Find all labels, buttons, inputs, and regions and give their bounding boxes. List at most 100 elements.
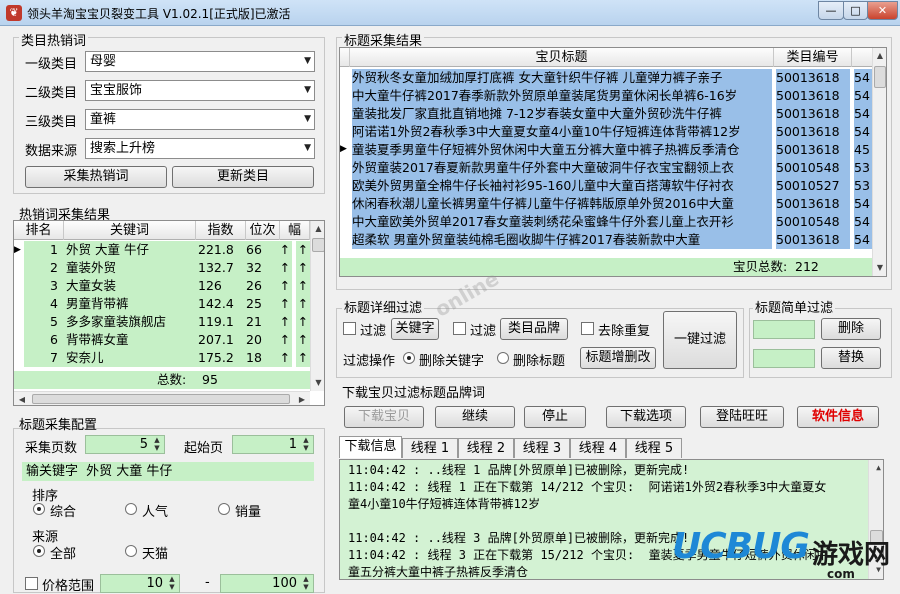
- collect-hotwords-button[interactable]: 采集热销词: [25, 166, 167, 188]
- result-row[interactable]: 欧美外贸男童全棉牛仔长袖衬衫95-160儿童中大童百搭薄软牛仔衬衣 5001052…: [340, 176, 872, 195]
- hotword-row[interactable]: 7 安奈儿 175.2 18 ↑ ↑: [14, 349, 310, 367]
- level1-select[interactable]: 母婴 ▼: [85, 51, 315, 72]
- col-title[interactable]: 宝贝标题: [350, 48, 774, 67]
- tab-thread-3[interactable]: 线程 3: [514, 438, 570, 458]
- result-row[interactable]: 外贸秋冬女童加绒加厚打底裤 女大童针织牛仔裤 儿童弹力裤子亲子 50013618 5…: [340, 68, 872, 87]
- hotword-row[interactable]: ▶ 1 外贸 大童 牛仔 221.8 66 ↑ ↑: [14, 241, 310, 259]
- scroll-down-icon[interactable]: ▼: [311, 375, 324, 391]
- result-row[interactable]: 外贸童装2017春夏新款男童牛仔外套中大童破洞牛仔衣宝宝翻领上衣 50010548…: [340, 158, 872, 177]
- op-deltitle-radio[interactable]: [497, 352, 509, 364]
- price-checkbox[interactable]: [25, 577, 38, 590]
- filter-keyword-checkbox[interactable]: [343, 322, 356, 335]
- col-index[interactable]: 指数: [196, 221, 246, 240]
- col-extra[interactable]: [852, 48, 872, 67]
- delete-button[interactable]: 删除: [821, 318, 881, 340]
- result-row[interactable]: 休闲春秋潮儿童长裤男童牛仔裤儿童牛仔裤韩版原单外贸2016中大童 50013618…: [340, 194, 872, 213]
- col-range[interactable]: 幅: [280, 221, 310, 240]
- result-extra-cell: 53: [854, 159, 872, 177]
- pages-spinner[interactable]: 5 ▲ ▼: [85, 435, 165, 454]
- tab-thread-2[interactable]: 线程 2: [458, 438, 514, 458]
- scroll-down-icon[interactable]: ▼: [869, 562, 883, 578]
- sort-radio-2[interactable]: [218, 503, 230, 515]
- tab-download-info[interactable]: 下载信息: [339, 436, 402, 458]
- hotwords-grid[interactable]: 排名 关键词 指数 位次 幅 ▶ 1 外贸 大童 牛仔 221.8 66 ↑ ↑ 2 童装外贸 1…: [13, 220, 325, 406]
- col-keyword[interactable]: 关键词: [64, 221, 196, 240]
- close-button[interactable]: ✕: [867, 1, 898, 20]
- hotword-row[interactable]: 4 男童背带裤 142.4 25 ↑ ↑: [14, 295, 310, 313]
- result-row[interactable]: ▶ 童装夏季男童牛仔短裤外贸休闲中大童五分裤大童中裤子热裤反季清仓 50013618…: [340, 140, 872, 159]
- spin-arrows-icon[interactable]: ▲ ▼: [300, 436, 312, 452]
- hotword-row[interactable]: 3 大童女装 126 26 ↑ ↑: [14, 277, 310, 295]
- result-row[interactable]: 阿诺诺1外贸2春秋季3中大童夏女童4小童10牛仔短裤连体背带裤12岁 500136…: [340, 122, 872, 141]
- start-page-spinner[interactable]: 1 ▲ ▼: [232, 435, 314, 454]
- result-row[interactable]: 中大童欧美外贸单2017春女童装刺绣花朵蜜蜂牛仔外套儿童上衣开衫 50010548…: [340, 212, 872, 231]
- hotword-rank-cell: 7: [24, 349, 64, 367]
- scroll-right-icon[interactable]: ▶: [294, 392, 310, 405]
- stop-button[interactable]: 停止: [524, 406, 586, 428]
- price-min-spinner[interactable]: 10 ▲ ▼: [100, 574, 180, 593]
- hotwords-hscroll[interactable]: ◀ ▶: [14, 391, 310, 405]
- hotword-row[interactable]: 6 背带裤女童 207.1 20 ↑ ↑: [14, 331, 310, 349]
- op-delkw-radio[interactable]: [403, 352, 415, 364]
- simple-replace-input[interactable]: [753, 349, 815, 368]
- level2-select[interactable]: 宝宝服饰 ▼: [85, 80, 315, 101]
- software-info-button[interactable]: 软件信息: [797, 406, 879, 428]
- keyword-field[interactable]: 输关键字 外贸 大童 牛仔: [22, 462, 314, 481]
- col-rank[interactable]: 排名: [14, 221, 64, 240]
- level3-select[interactable]: 童裤 ▼: [85, 109, 315, 130]
- scroll-up-icon[interactable]: ▲: [869, 460, 883, 476]
- hotword-trend2-cell: ↑: [296, 277, 310, 295]
- scroll-down-icon[interactable]: ▼: [873, 260, 886, 276]
- replace-button[interactable]: 替换: [821, 347, 881, 369]
- scroll-up-icon[interactable]: ▲: [311, 221, 324, 237]
- keyword-button[interactable]: 关键字: [391, 318, 439, 340]
- result-row[interactable]: 童装批发厂家直批直销地摊 7-12岁春装女童中大童外贸砂洗牛仔裤 50013618…: [340, 104, 872, 123]
- minimize-button[interactable]: —: [818, 1, 844, 20]
- scroll-up-icon[interactable]: ▲: [873, 48, 886, 64]
- tab-thread-5[interactable]: 线程 5: [626, 438, 682, 458]
- spin-arrows-icon[interactable]: ▲ ▼: [166, 575, 178, 591]
- continue-button[interactable]: 继续: [435, 406, 515, 428]
- login-wangwang-button[interactable]: 登陆旺旺: [700, 406, 784, 428]
- sort-radio-1[interactable]: [125, 503, 137, 515]
- title-bar: ❦ 领头羊淘宝宝贝裂变工具 V1.02.1[正式版]已激活 — □ ✕: [0, 0, 900, 26]
- from-radio-1[interactable]: [125, 545, 137, 557]
- hotword-row[interactable]: 5 多多家童装旗舰店 119.1 21 ↑ ↑: [14, 313, 310, 331]
- tab-thread-1[interactable]: 线程 1: [402, 438, 458, 458]
- result-extra-cell: 54: [854, 87, 872, 105]
- scroll-thumb[interactable]: [870, 530, 883, 544]
- scroll-thumb[interactable]: [32, 394, 290, 404]
- result-row[interactable]: 中大童牛仔裤2017春季新款外贸原单童装尾货男童休闲长单裤6-16岁 500136…: [340, 86, 872, 105]
- hotword-row[interactable]: 2 童装外贸 132.7 32 ↑ ↑: [14, 259, 310, 277]
- download-log[interactable]: 11:04:42 : ..线程 1 品牌[外贸原单]已被删除，更新完成! 11:0…: [339, 459, 884, 580]
- brand-button[interactable]: 类目品牌: [500, 318, 568, 340]
- title-edit-button[interactable]: 标题增删改: [580, 347, 656, 369]
- scroll-thumb[interactable]: [312, 238, 324, 252]
- price-max-spinner[interactable]: 100 ▲ ▼: [220, 574, 314, 593]
- spin-arrows-icon[interactable]: ▲ ▼: [151, 436, 163, 452]
- update-category-button[interactable]: 更新类目: [172, 166, 314, 188]
- scroll-thumb[interactable]: [874, 66, 886, 88]
- maximize-button[interactable]: □: [843, 1, 868, 20]
- simple-delete-input[interactable]: [753, 320, 815, 339]
- dedupe-checkbox[interactable]: [581, 322, 594, 335]
- source-select[interactable]: 搜索上升榜 ▼: [85, 138, 315, 159]
- result-row[interactable]: 超柔软 男童外贸童装纯棉毛圈收脚牛仔裤2017春装新款中大童 50013618 54: [340, 230, 872, 249]
- spin-arrows-icon[interactable]: ▲ ▼: [300, 575, 312, 591]
- hotwords-vscroll[interactable]: ▲ ▼: [310, 221, 324, 391]
- from-radio-0[interactable]: [33, 545, 45, 557]
- results-vscroll[interactable]: ▲ ▼: [872, 48, 886, 276]
- log-vscroll[interactable]: ▲ ▼: [868, 460, 883, 579]
- scroll-left-icon[interactable]: ◀: [14, 392, 30, 405]
- filter-brand-checkbox[interactable]: [453, 322, 466, 335]
- results-grid[interactable]: 宝贝标题 类目编号 外贸秋冬女童加绒加厚打底裤 女大童针织牛仔裤 儿童弹力裤子亲…: [339, 47, 887, 277]
- sort-radio-0[interactable]: [33, 503, 45, 515]
- tab-thread-4[interactable]: 线程 4: [570, 438, 626, 458]
- col-catid[interactable]: 类目编号: [774, 48, 852, 67]
- col-position[interactable]: 位次: [246, 221, 280, 240]
- download-options-button[interactable]: 下载选项: [606, 406, 686, 428]
- download-items-button[interactable]: 下载宝贝: [344, 406, 424, 428]
- price-label: 价格范围: [42, 579, 95, 594]
- onekey-filter-button[interactable]: 一键过滤: [663, 311, 737, 369]
